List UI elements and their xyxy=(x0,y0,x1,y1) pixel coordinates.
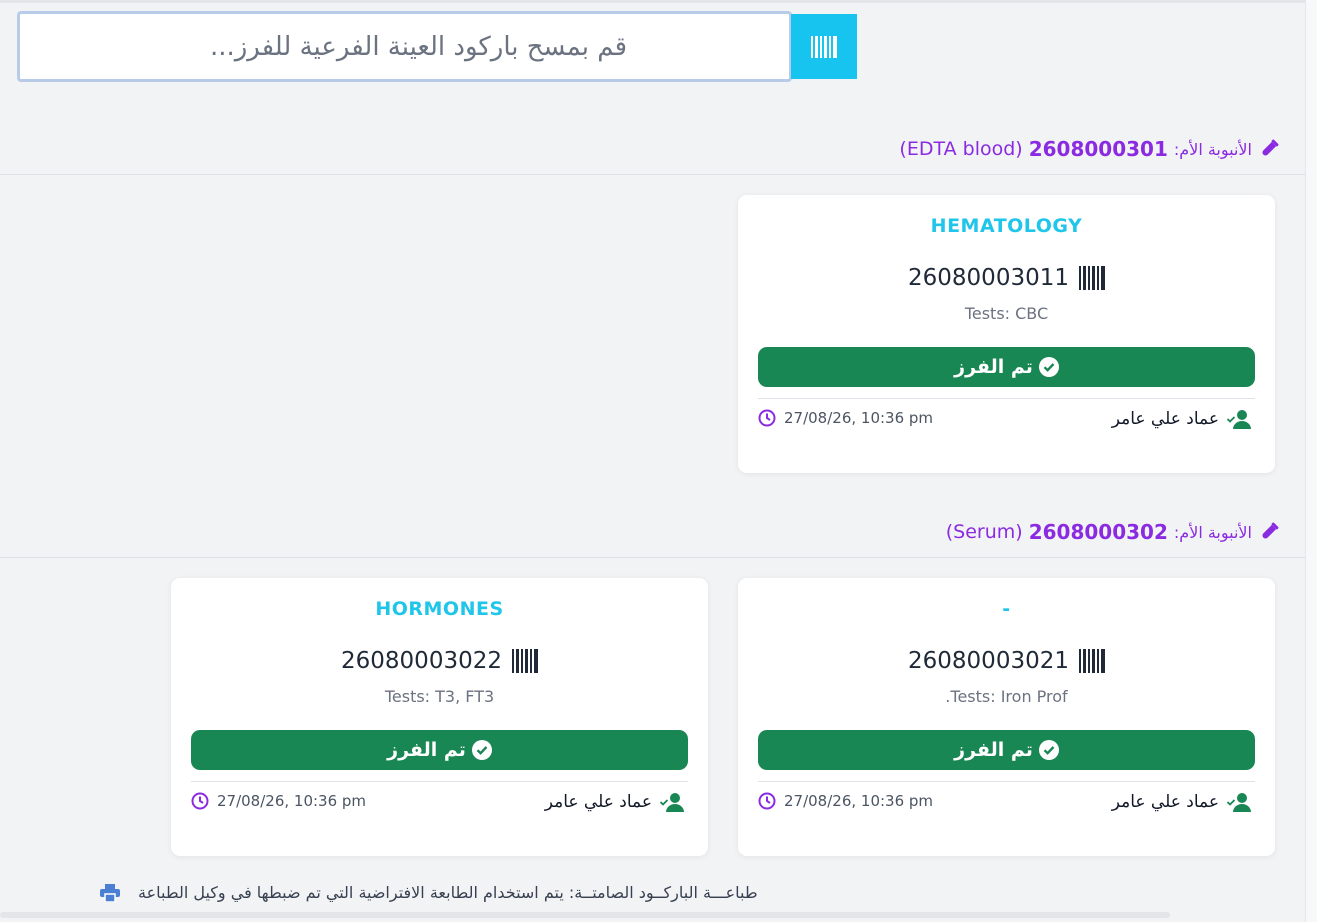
print-note-text: طباعـــة الباركــود الصامتــة: يتم استخد… xyxy=(138,883,758,902)
clock-icon xyxy=(758,792,776,810)
check-circle-icon xyxy=(1038,357,1059,377)
sorted-time: 27/08/26, 10:36 pm xyxy=(191,792,366,810)
clock-icon xyxy=(191,792,209,810)
barcode-search-input[interactable] xyxy=(17,11,792,82)
department-name: - xyxy=(1002,598,1011,620)
card-divider xyxy=(758,398,1255,399)
status-label: تم الفرز xyxy=(954,739,1033,761)
sorted-by: عماد علي عامر xyxy=(545,792,684,812)
horizontal-scrollbar[interactable] xyxy=(0,912,1170,918)
test-tube-icon xyxy=(1262,139,1279,156)
printer-icon xyxy=(100,883,120,902)
sample-barcode: 26080003021 xyxy=(738,648,1275,674)
barcode-number: 26080003022 xyxy=(341,648,502,674)
sorted-status-button[interactable]: تم الفرز xyxy=(758,730,1255,770)
tests-list: Tests: T3, FT3 xyxy=(384,687,495,706)
tests-list: .Tests: Iron Prof xyxy=(945,687,1068,706)
card-divider xyxy=(758,781,1255,782)
card-divider xyxy=(191,781,688,782)
parent-tube-header: الأنبوبة الأم: 2608000301 (EDTA blood) xyxy=(899,137,1280,161)
parent-tube-type: (EDTA blood) xyxy=(899,138,1023,160)
sample-barcode: 26080003011 xyxy=(738,265,1275,291)
sorted-time: 27/08/26, 10:36 pm xyxy=(758,792,933,810)
barcode-number: 26080003021 xyxy=(908,648,1069,674)
top-border xyxy=(0,0,1317,3)
barcode-icon xyxy=(1078,266,1105,290)
clock-icon xyxy=(758,409,776,427)
user-name: عماد علي عامر xyxy=(544,792,652,812)
silent-print-note: طباعـــة الباركــود الصامتــة: يتم استخد… xyxy=(100,883,758,902)
barcode-icon xyxy=(811,35,837,58)
scrollbar-track[interactable] xyxy=(1305,0,1317,922)
sorted-time: 27/08/26, 10:36 pm xyxy=(758,409,933,427)
barcode-search xyxy=(17,11,857,82)
parent-tube-type: (Serum) xyxy=(945,521,1023,543)
barcode-icon xyxy=(1078,649,1105,673)
department-name: HEMATOLOGY xyxy=(930,215,1083,237)
user-check-icon xyxy=(1227,410,1251,429)
group-divider xyxy=(0,174,1305,175)
timestamp: 27/08/26, 10:36 pm xyxy=(784,792,934,810)
user-check-icon xyxy=(660,793,684,812)
user-name: عماد علي عامر xyxy=(1111,792,1219,812)
sorted-status-button[interactable]: تم الفرز xyxy=(191,730,688,770)
sample-card: HORMONES 26080003022 Tests: T3, FT3 تم ا… xyxy=(171,578,708,856)
parent-tube-label: الأنبوبة الأم: xyxy=(1173,139,1252,159)
parent-tube-label: الأنبوبة الأم: xyxy=(1173,522,1252,542)
sample-card: HEMATOLOGY 26080003011 Tests: CBC تم الف… xyxy=(738,195,1275,473)
timestamp: 27/08/26, 10:36 pm xyxy=(217,792,367,810)
tests-list: Tests: CBC xyxy=(964,304,1049,323)
sorted-status-button[interactable]: تم الفرز xyxy=(758,347,1255,387)
check-circle-icon xyxy=(1038,740,1059,760)
status-label: تم الفرز xyxy=(954,356,1033,378)
parent-tube-code: 2608000302 xyxy=(1028,520,1168,544)
group-divider xyxy=(0,557,1305,558)
sorted-by: عماد علي عامر xyxy=(1112,792,1251,812)
barcode-number: 26080003011 xyxy=(908,265,1069,291)
test-tube-icon xyxy=(1262,522,1279,539)
scan-barcode-button[interactable] xyxy=(791,14,857,79)
timestamp: 27/08/26, 10:36 pm xyxy=(784,409,934,427)
department-name: HORMONES xyxy=(375,598,504,620)
parent-tube-header: الأنبوبة الأم: 2608000302 (Serum) xyxy=(946,520,1280,544)
barcode-icon xyxy=(511,649,538,673)
sample-card: - 26080003021 .Tests: Iron Prof تم الفرز… xyxy=(738,578,1275,856)
user-check-icon xyxy=(1227,793,1251,812)
sample-barcode: 26080003022 xyxy=(171,648,708,674)
sorted-by: عماد علي عامر xyxy=(1112,409,1251,429)
parent-tube-code: 2608000301 xyxy=(1028,137,1168,161)
check-circle-icon xyxy=(471,740,492,760)
user-name: عماد علي عامر xyxy=(1111,409,1219,429)
status-label: تم الفرز xyxy=(387,739,466,761)
